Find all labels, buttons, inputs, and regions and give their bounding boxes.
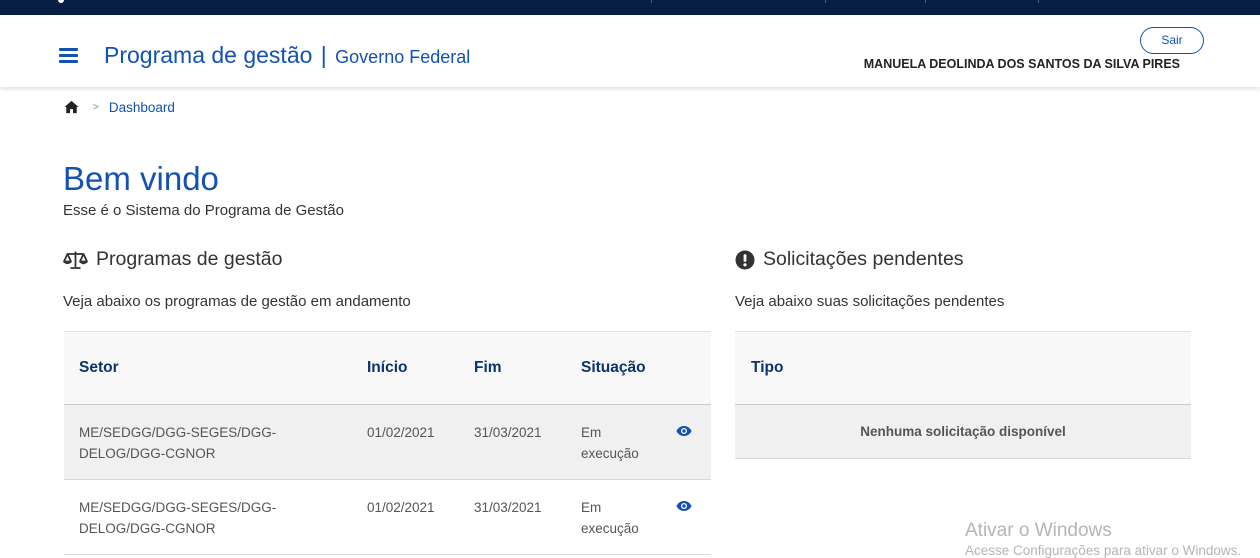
- menu-icon[interactable]: [59, 48, 78, 64]
- requests-section-title: Solicitações pendentes: [735, 248, 964, 271]
- app-header: Programa de gestão | Governo Federal Sai…: [0, 15, 1260, 87]
- programs-section-title: Programas de gestão: [63, 248, 282, 271]
- cell-setor: ME/SEDGG/DGG-SEGES/DGG- DELOG/DGG-CGNOR: [79, 425, 277, 461]
- app-title-separator: |: [320, 42, 327, 68]
- gov-bar-divider: [925, 0, 926, 3]
- table-row[interactable]: ME/SEDGG/DGG-SEGES/DGG- DELOG/DGG-CGNOR …: [64, 480, 711, 555]
- gov-bar-divider: [651, 0, 652, 3]
- eye-icon[interactable]: [676, 500, 692, 512]
- column-header-situacao: Situação: [581, 359, 646, 376]
- breadcrumb-dashboard-link[interactable]: Dashboard: [109, 100, 175, 115]
- cell-situacao: Em execução: [581, 500, 639, 536]
- page-title: Bem vindo: [63, 160, 219, 197]
- gov-top-bar: [0, 0, 1260, 15]
- page-subtitle: Esse é o Sistema do Programa de Gestão: [63, 202, 344, 219]
- table-row[interactable]: ME/SEDGG/DGG-SEGES/DGG- DELOG/DGG-CGNOR …: [64, 405, 711, 480]
- eye-icon[interactable]: [676, 425, 692, 437]
- gov-bar-marker: [58, 0, 64, 3]
- app-title-text: Programa de gestão: [104, 42, 313, 68]
- app-title: Programa de gestão | Governo Federal: [104, 42, 470, 69]
- exclamation-circle-icon: [735, 250, 755, 269]
- cell-situacao: Em execução: [581, 425, 639, 461]
- empty-requests-message: Nenhuma solicitação disponível: [735, 405, 1191, 459]
- column-header-setor: Setor: [79, 359, 119, 376]
- requests-table: Tipo Nenhuma solicitação disponível: [735, 331, 1191, 459]
- column-header-tipo: Tipo: [751, 359, 784, 376]
- programs-title-text: Programas de gestão: [96, 248, 283, 270]
- balance-scale-icon: [63, 251, 88, 269]
- programs-table-header: Setor Início Fim Situação: [64, 332, 711, 405]
- cell-setor: ME/SEDGG/DGG-SEGES/DGG- DELOG/DGG-CGNOR: [79, 500, 277, 536]
- home-icon[interactable]: [64, 100, 79, 114]
- cell-fim: 31/03/2021: [474, 425, 542, 440]
- cell-inicio: 01/02/2021: [367, 500, 435, 515]
- windows-activation-title: Ativar o Windows: [965, 520, 1112, 541]
- cell-fim: 31/03/2021: [474, 500, 542, 515]
- programs-description: Veja abaixo os programas de gestão em an…: [63, 293, 411, 310]
- gov-bar-divider: [825, 0, 826, 3]
- logout-button[interactable]: Sair: [1140, 27, 1204, 54]
- cell-inicio: 01/02/2021: [367, 425, 435, 440]
- requests-description: Veja abaixo suas solicitações pendentes: [735, 293, 1005, 310]
- programs-table: Setor Início Fim Situação ME/SEDGG/DGG-S…: [64, 331, 711, 555]
- column-header-fim: Fim: [474, 359, 502, 376]
- app-subtitle: Governo Federal: [335, 47, 471, 67]
- breadcrumb: > Dashboard: [64, 99, 175, 115]
- requests-title-text: Solicitações pendentes: [763, 248, 964, 270]
- gov-bar-divider: [1038, 0, 1039, 3]
- breadcrumb-chevron-icon: >: [93, 101, 99, 113]
- column-header-inicio: Início: [367, 359, 408, 376]
- requests-table-header: Tipo: [735, 332, 1191, 405]
- windows-activation-subtitle: Acesse Configurações para ativar o Windo…: [965, 543, 1242, 558]
- user-name: MANUELA DEOLINDA DOS SANTOS DA SILVA PIR…: [863, 57, 1180, 71]
